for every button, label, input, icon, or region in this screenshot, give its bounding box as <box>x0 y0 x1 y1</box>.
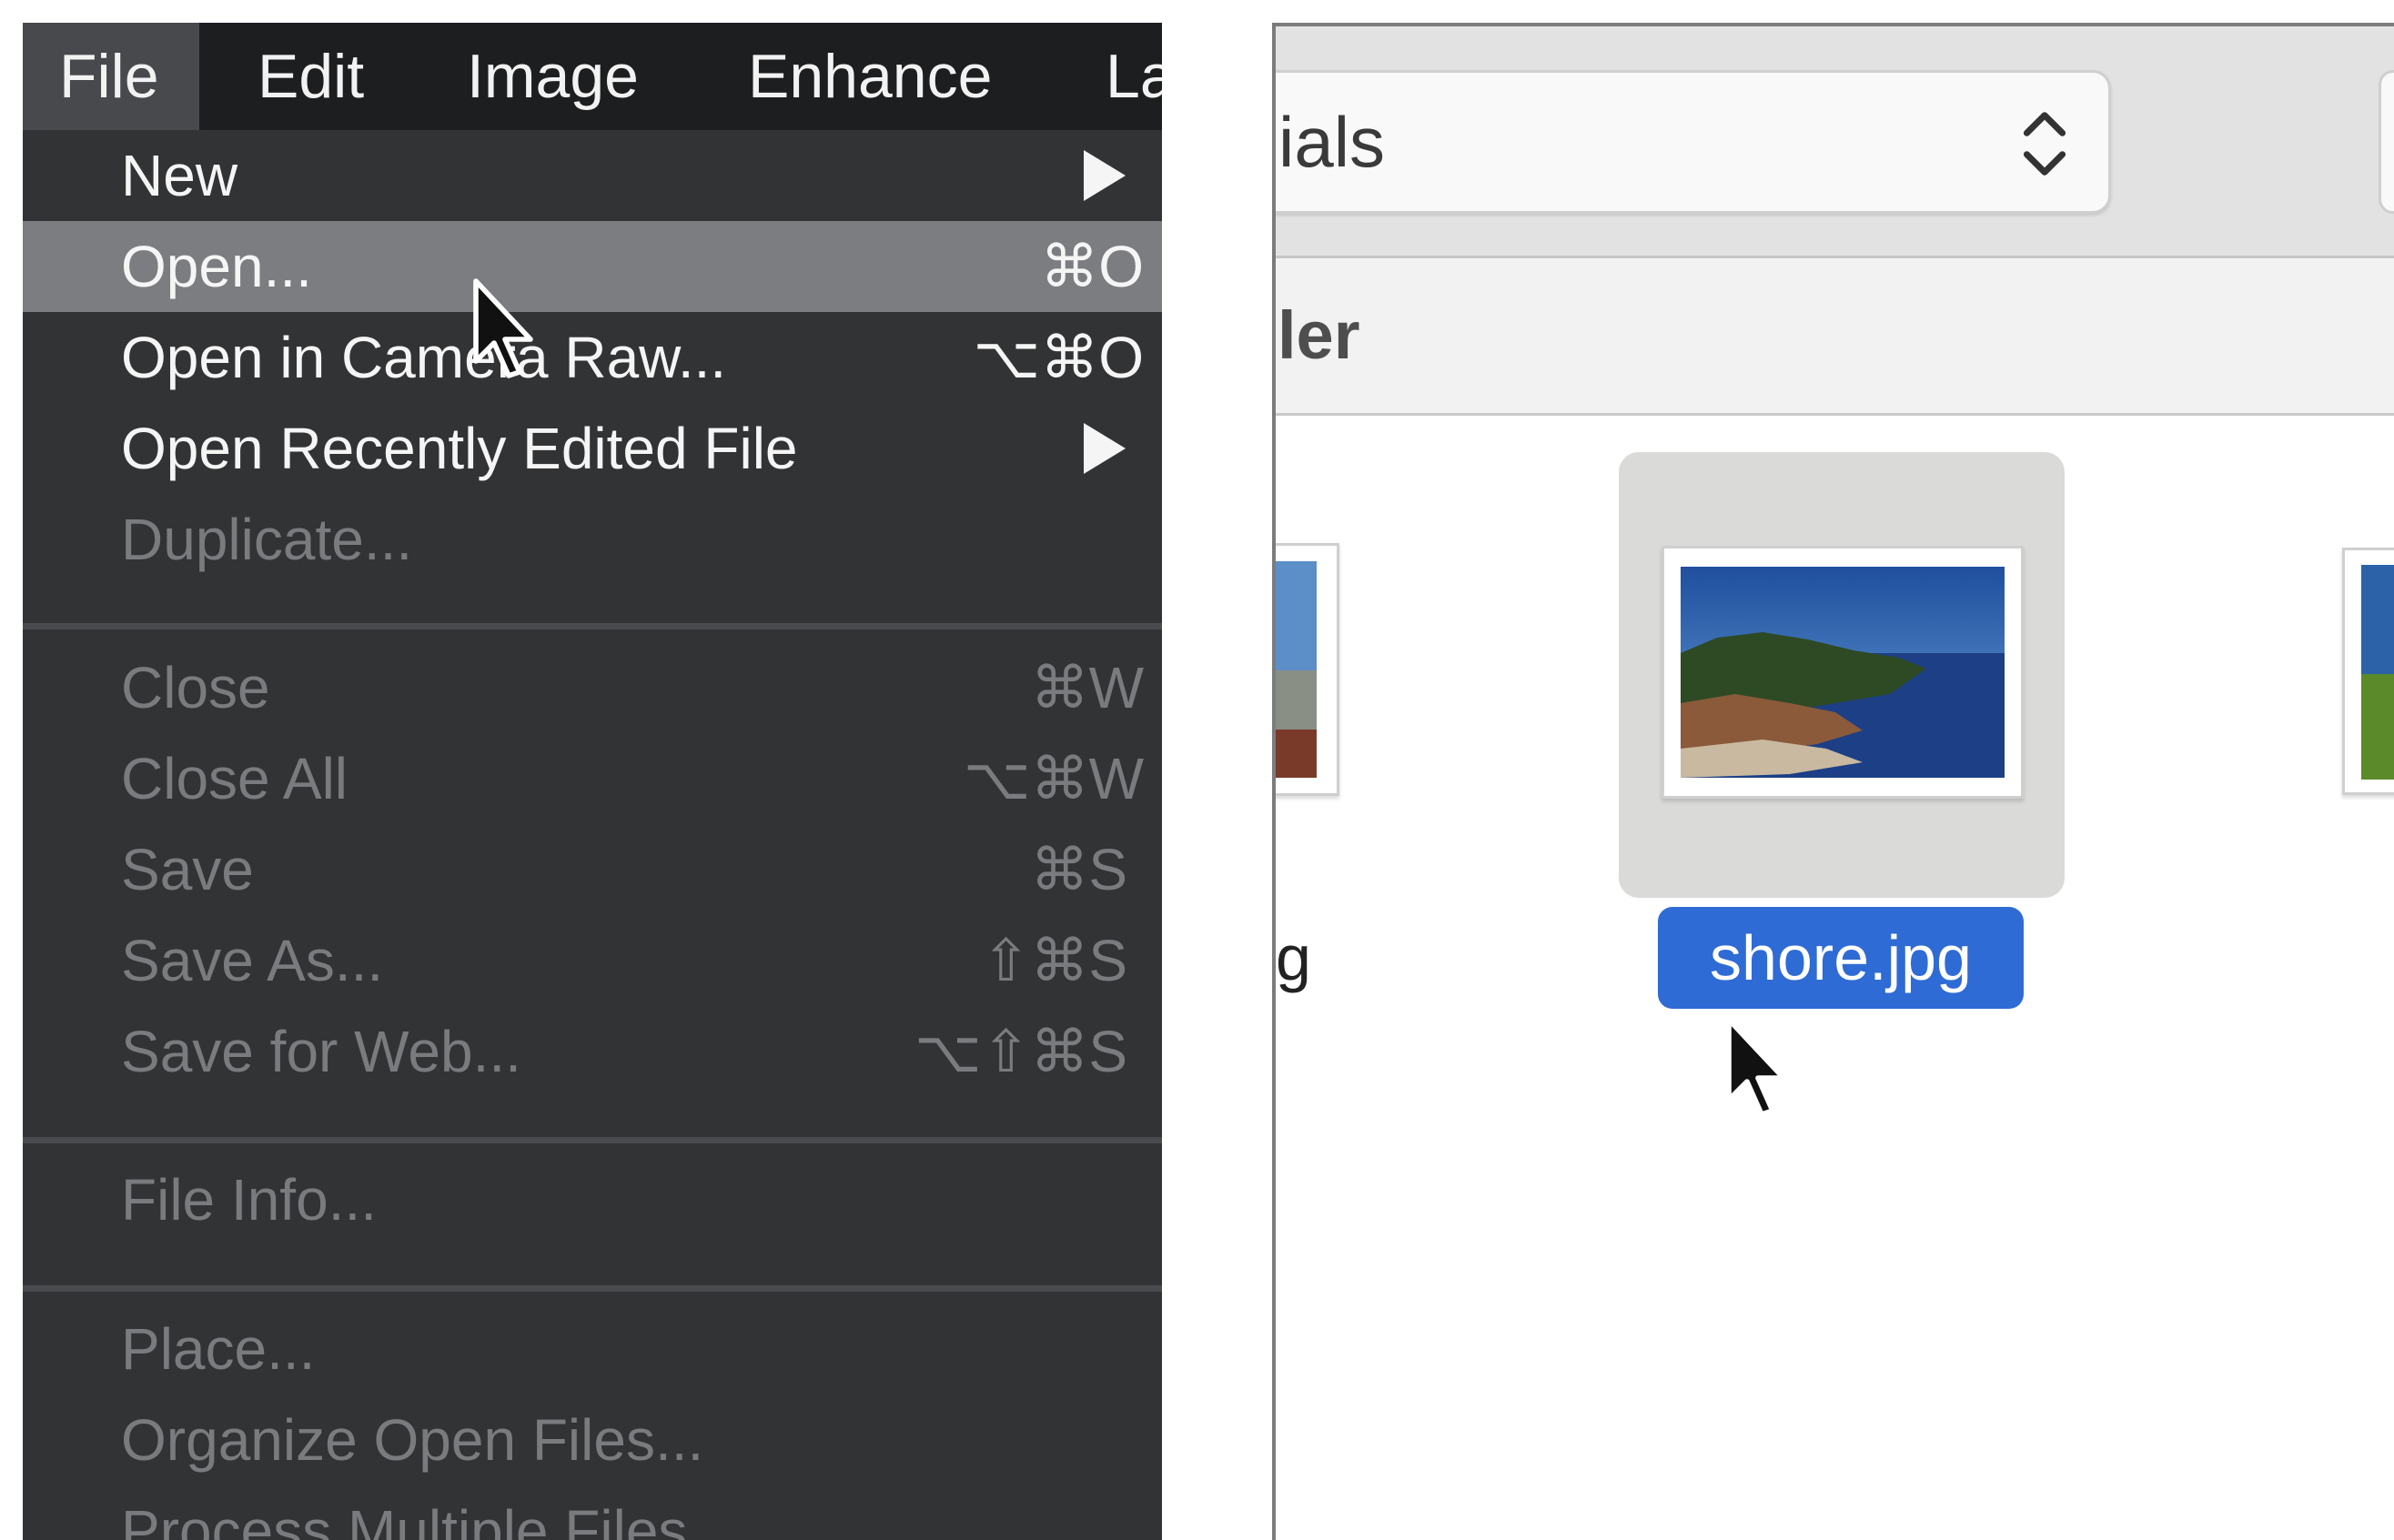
menu-item-open[interactable]: Open... ⌘O <box>23 221 1162 312</box>
menu-item-label: File Info... <box>121 1167 377 1233</box>
photo-thumbnail-image <box>1276 561 1317 778</box>
menu-item-place: Place... <box>23 1303 1162 1394</box>
menu-item-label: Duplicate... <box>121 507 413 572</box>
menu-separator <box>23 1285 1162 1292</box>
menu-item-label: Save As... <box>121 928 384 993</box>
menu-item-label: Open... <box>121 234 312 299</box>
menu-item-save-as: Save As... ⇧⌘S <box>23 915 1162 1006</box>
menu-item-duplicate: Duplicate... <box>23 494 1162 585</box>
menu-item-organize-open-files: Organize Open Files... <box>23 1394 1162 1485</box>
menu-separator <box>23 623 1162 629</box>
column-header: ler <box>1276 258 2394 416</box>
file-thumbnail[interactable] <box>1276 543 1339 796</box>
location-popup[interactable]: ials <box>1276 70 2111 214</box>
menu-item-label: Close <box>121 655 270 720</box>
menubar-file[interactable]: File <box>23 23 199 130</box>
menubar-enhance[interactable]: Enhance <box>748 23 992 130</box>
file-thumbnail[interactable] <box>2342 548 2394 795</box>
file-menu-panel: File Edit Image Enhance La New Open... ⌘… <box>23 23 1162 1540</box>
column-header-label: ler <box>1278 297 1360 373</box>
pointer-cursor-icon <box>473 278 533 378</box>
menu-item-label: New <box>121 143 238 208</box>
file-thumbnail-shore[interactable] <box>1662 546 2024 799</box>
photo-thumbnail-image <box>2361 565 2394 780</box>
menu-item-process-multiple-files: Process Multiple Files... <box>23 1485 1162 1540</box>
menu-item-close-all: Close All ⌥⌘W <box>23 733 1162 824</box>
menu-item-label: Open Recently Edited File <box>121 416 798 481</box>
menu-item-save: Save ⌘S <box>23 824 1162 915</box>
menu-item-new[interactable]: New <box>23 130 1162 221</box>
submenu-arrow-icon <box>1084 423 1126 474</box>
menubar-layer[interactable]: La <box>1106 23 1162 130</box>
menu-item-label: Save for Web... <box>121 1019 521 1084</box>
toolbar-button[interactable] <box>2379 70 2394 214</box>
menu-item-open-recently-edited[interactable]: Open Recently Edited File <box>23 403 1162 494</box>
menu-item-shortcut: ⌥⌘W <box>963 746 1144 811</box>
menu-item-label: Save <box>121 837 254 902</box>
dialog-toolbar: ials <box>1276 26 2394 258</box>
photo-thumbnail-image <box>1681 567 2005 778</box>
up-down-chevron-icon <box>2023 112 2066 176</box>
menu-item-label: Open in Camera Raw... <box>121 325 727 390</box>
pointer-cursor-icon <box>1726 1017 1786 1117</box>
menu-item-save-for-web: Save for Web... ⌥⇧⌘S <box>23 1006 1162 1097</box>
menu-item-close: Close ⌘W <box>23 642 1162 733</box>
menu-item-label: Process Multiple Files... <box>121 1498 736 1540</box>
menu-item-shortcut: ⌘W <box>1030 655 1144 720</box>
menu-item-open-in-camera-raw[interactable]: Open in Camera Raw... ⌥⌘O <box>23 312 1162 403</box>
menu-item-shortcut: ⌘S <box>1030 837 1127 902</box>
menubar-image[interactable]: Image <box>467 23 639 130</box>
menu-item-shortcut: ⌥⌘O <box>973 325 1144 390</box>
menu-item-label: Close All <box>121 746 348 811</box>
file-grid: g shore.jpg <box>1276 416 2394 1540</box>
menubar: File Edit Image Enhance La <box>23 23 1162 130</box>
menubar-edit[interactable]: Edit <box>258 23 364 130</box>
menu-item-shortcut: ⇧⌘S <box>981 928 1127 993</box>
menu-item-shortcut: ⌥⇧⌘S <box>914 1019 1127 1084</box>
file-name[interactable]: g <box>1276 907 1311 1009</box>
menu-separator <box>23 1137 1162 1143</box>
menu-item-label: Organize Open Files... <box>121 1407 704 1473</box>
menu-item-label: Place... <box>121 1316 316 1382</box>
file-name-selected[interactable]: shore.jpg <box>1658 907 2024 1009</box>
menu-item-file-info: File Info... <box>23 1154 1162 1245</box>
location-popup-label: ials <box>1278 102 1386 182</box>
menu-item-shortcut: ⌘O <box>1040 234 1144 299</box>
submenu-arrow-icon <box>1084 150 1126 201</box>
open-file-dialog: ials ler g shore.jpg <box>1272 23 2394 1540</box>
